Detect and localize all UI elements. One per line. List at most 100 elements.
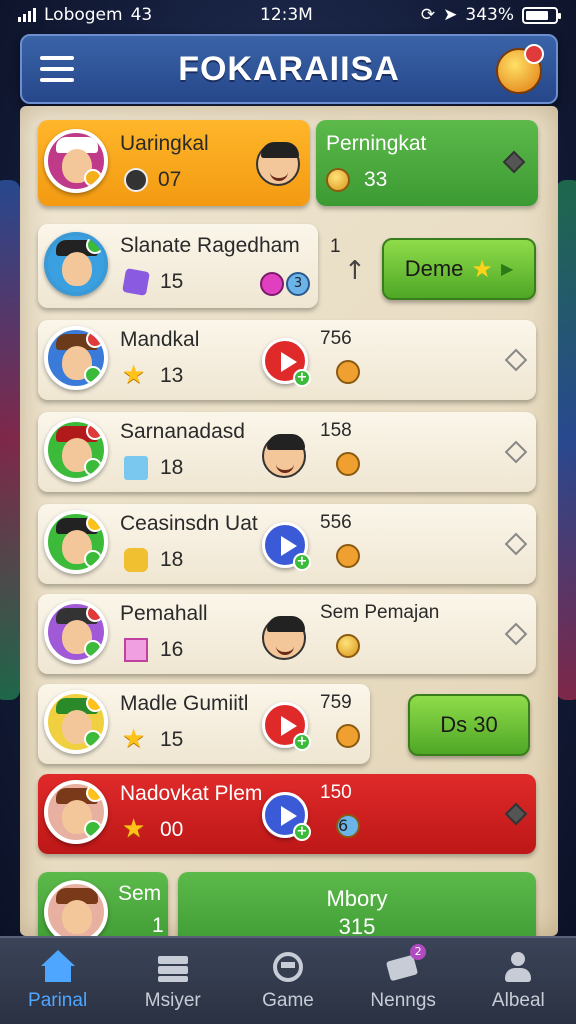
page-title: FOKARAIISA <box>178 49 400 88</box>
player-row[interactable]: Sarnanadasd 18 158 <box>38 412 536 492</box>
avatar <box>44 129 108 193</box>
side-decoration-left <box>0 180 20 700</box>
leaderboard-panel: Uaringkal 07 Perningkat 33 Slanate Raged… <box>20 106 558 936</box>
layers-icon <box>156 950 190 984</box>
location-icon: ➤ <box>443 5 458 25</box>
gem-icon <box>124 456 148 480</box>
home-icon <box>40 950 75 984</box>
network-label: 43 <box>130 5 153 25</box>
nav-label: Game <box>262 990 314 1011</box>
token-icon <box>336 724 360 748</box>
more-diamond-icon[interactable] <box>504 532 528 556</box>
nav-item-albeal[interactable]: Albeal <box>468 950 568 1012</box>
avatar <box>44 880 108 936</box>
player-score: 16 <box>160 638 184 661</box>
play-button[interactable]: + <box>262 522 311 571</box>
player-emoji-icon <box>256 142 300 186</box>
arrow-up-icon: ↑ <box>344 256 366 286</box>
side-value: 756 <box>320 328 352 349</box>
coin-face-icon <box>124 548 148 572</box>
pink-orb-icon <box>260 272 284 296</box>
play-button[interactable]: + <box>262 702 311 751</box>
player-name: Pemahall <box>120 602 208 625</box>
nav-label: Nenngs <box>370 990 436 1011</box>
avatar <box>44 690 108 754</box>
tickets-icon: 2 <box>386 944 427 984</box>
sync-icon: ⟳ <box>420 5 436 25</box>
nav-label: Parinal <box>28 990 88 1011</box>
player-emoji-icon <box>262 616 306 660</box>
notification-badge: 2 <box>410 944 427 960</box>
token-icon <box>336 360 360 384</box>
side-value: 150 <box>320 782 352 803</box>
player-row[interactable]: Ceasinsdn Uat 18 +556 <box>38 504 536 584</box>
player-score: 15 <box>160 728 184 751</box>
status-bar: Lobogem 43 12:3M ⟳ ➤ 343% <box>0 0 576 30</box>
menu-icon[interactable] <box>40 56 74 82</box>
play-button[interactable]: + <box>262 792 311 841</box>
carrier-label: Lobogem <box>44 5 123 25</box>
side-value: 158 <box>320 420 352 441</box>
player-name: Slanate Ragedham <box>120 234 300 257</box>
deme-button[interactable]: Deme ★ ▶ <box>382 238 536 300</box>
avatar <box>44 510 108 574</box>
player-name: Uaringkal <box>120 132 209 155</box>
side-value: 1 <box>330 236 341 257</box>
avatar <box>44 780 108 844</box>
avatar <box>44 326 108 390</box>
summary-card[interactable]: Mbory 315 <box>178 872 536 936</box>
ds30-button[interactable]: Ds 30 <box>408 694 530 756</box>
star-icon: ★ <box>122 814 146 844</box>
player-name: Sem <box>118 882 162 905</box>
token-icon <box>336 634 360 658</box>
nav-label: Albeal <box>491 990 545 1011</box>
avatar <box>44 418 108 482</box>
player-score: 1 <box>152 914 164 936</box>
player-row[interactable]: Madle Gumiitl 15 ★ +759 <box>38 684 370 764</box>
chevron-right-icon: ▶ <box>500 261 514 278</box>
gem-icon <box>122 268 150 296</box>
play-button[interactable]: + <box>262 338 311 387</box>
deme-button-label: Deme <box>404 256 464 281</box>
nav-item-msiyer[interactable]: Msiyer <box>123 950 223 1012</box>
player-row[interactable]: Slanate Ragedham 15 3 <box>38 224 318 308</box>
player-row[interactable]: Mandkal 13 ★ +756 <box>38 320 536 400</box>
nav-item-game[interactable]: Game <box>238 950 338 1012</box>
player-score: 18 <box>160 548 184 571</box>
player-row[interactable]: Nadovkat Plem 00 ★ +150 6 <box>38 774 536 854</box>
avatar <box>44 232 108 296</box>
player-name: Ceasinsdn Uat <box>120 512 258 535</box>
nav-item-nenngs[interactable]: 2 Nenngs <box>353 944 453 1012</box>
star-icon: ★ <box>471 255 493 283</box>
rank-title: Perningkat <box>326 132 427 155</box>
summary-value: 315 <box>338 914 376 936</box>
player-name: Madle Gumiitl <box>120 692 249 715</box>
player-name: Nadovkat Plem <box>120 782 263 805</box>
token-icon <box>336 544 360 568</box>
player-score: 07 <box>158 168 182 191</box>
side-value: Sem Pemajan <box>320 602 440 623</box>
avatar <box>44 600 108 664</box>
token-icon <box>336 452 360 476</box>
more-diamond-icon[interactable] <box>504 348 528 372</box>
more-diamond-icon[interactable] <box>504 622 528 646</box>
star-icon: ★ <box>122 724 146 754</box>
player-score: 18 <box>160 456 184 479</box>
player-row[interactable]: Sem 1 <box>38 872 168 936</box>
player-emoji-icon <box>262 434 306 478</box>
side-value: 759 <box>320 692 352 713</box>
featured-player-card[interactable]: Uaringkal 07 <box>38 120 310 206</box>
mascot-icon[interactable] <box>496 44 544 94</box>
more-diamond-icon[interactable] <box>504 440 528 464</box>
more-diamond-icon[interactable] <box>504 802 528 826</box>
nav-item-parinal[interactable]: Parinal <box>8 950 108 1012</box>
app-header: FOKARAIISA <box>20 34 558 104</box>
summary-title: Mbory <box>326 886 388 911</box>
battery-icon <box>522 6 561 24</box>
battery-label: 343% <box>465 5 514 25</box>
player-score: 13 <box>160 364 184 387</box>
player-row[interactable]: Pemahall 16 Sem Pemajan <box>38 594 536 674</box>
more-diamond-icon[interactable] <box>502 150 526 174</box>
rank-card[interactable]: Perningkat 33 <box>316 120 538 206</box>
side-decoration-right <box>556 180 576 700</box>
